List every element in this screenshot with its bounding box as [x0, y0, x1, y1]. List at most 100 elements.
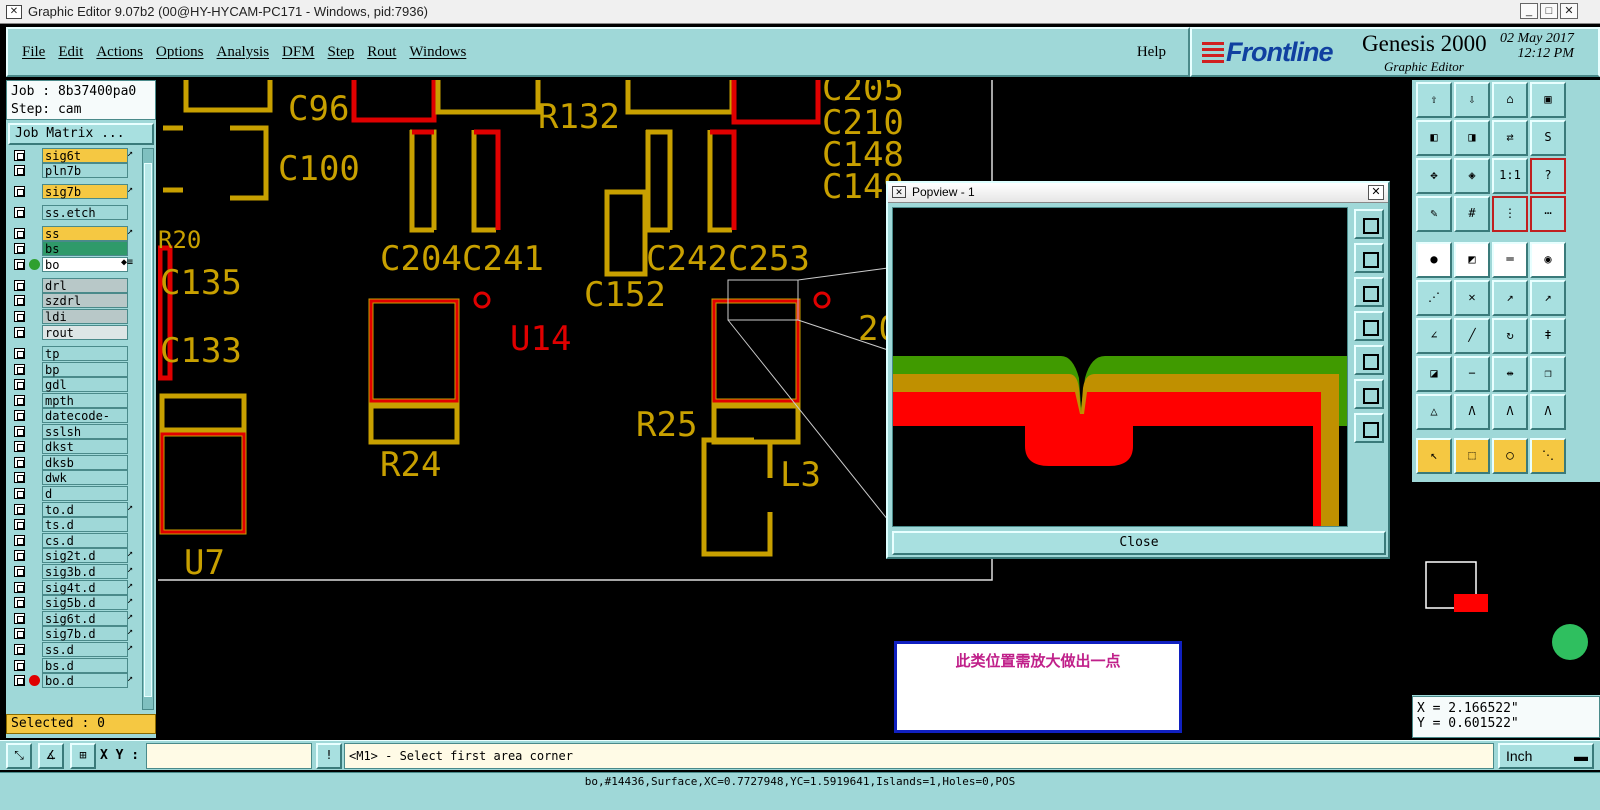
layer-row[interactable]: datecode-pbe	[8, 408, 140, 437]
alert-icon[interactable]: !	[316, 743, 342, 769]
layer-row[interactable]: d	[8, 486, 140, 501]
layer-name[interactable]: szdrl	[42, 293, 128, 308]
tool-connect-icon[interactable]: ⋰	[1416, 280, 1452, 316]
tool-zoom-area-icon[interactable]: ◈	[1454, 158, 1490, 194]
layer-row[interactable]: dksb	[8, 455, 140, 470]
layer-row[interactable]: ts.d	[8, 517, 140, 532]
layer-name[interactable]: ldi	[42, 309, 128, 324]
layer-scrollbar[interactable]	[142, 148, 154, 710]
tool-arrow-icon[interactable]: ↗	[1530, 280, 1566, 316]
close-window-button[interactable]: ✕	[1560, 3, 1578, 19]
pv-pan-down-icon[interactable]	[1354, 277, 1384, 307]
layer-name[interactable]: dwk	[42, 470, 128, 485]
tool-arc3-icon[interactable]: Λ	[1530, 394, 1566, 430]
layer-checkbox[interactable]	[14, 550, 25, 561]
layer-name[interactable]: ss	[42, 226, 128, 241]
layer-name[interactable]: pln7b	[42, 163, 128, 178]
layer-row[interactable]: bs.d	[8, 658, 140, 673]
layer-name[interactable]: dksb	[42, 455, 128, 470]
layer-name[interactable]: datecode-pbe	[42, 408, 128, 437]
tool-pointer-icon[interactable]: ↖	[1416, 438, 1452, 474]
layer-checkbox[interactable]	[14, 348, 25, 359]
layer-checkbox[interactable]	[14, 519, 25, 530]
menu-windows[interactable]: Windows	[409, 44, 466, 61]
tool-copy-icon[interactable]: ❐	[1530, 356, 1566, 392]
layer-name[interactable]: sig5b.d	[42, 595, 128, 610]
layer-row[interactable]: to.d ↗	[8, 502, 140, 517]
tool-mirror-icon[interactable]: ǂ	[1530, 318, 1566, 354]
layer-checkbox[interactable]	[14, 597, 25, 608]
layer-checkbox[interactable]	[14, 504, 25, 515]
layer-row[interactable]: bp	[8, 362, 140, 377]
layer-name[interactable]: mpth	[42, 393, 128, 408]
tool-pan-left-icon[interactable]: ◧	[1416, 120, 1452, 156]
layer-row[interactable]: tp	[8, 346, 140, 361]
menu-options[interactable]: Options	[156, 44, 204, 61]
layer-checkbox[interactable]	[14, 364, 25, 375]
tool-move-icon[interactable]: ◪	[1416, 356, 1452, 392]
layer-row[interactable]: ldi	[8, 309, 140, 324]
layer-name[interactable]: drl	[42, 278, 128, 293]
layer-name[interactable]: bs.d	[42, 658, 128, 673]
menu-edit[interactable]: Edit	[58, 44, 83, 61]
tool-pointer-box-icon[interactable]: ⬚	[1454, 438, 1490, 474]
tool-zoom-fit-icon[interactable]: ✥	[1416, 158, 1452, 194]
xy-input[interactable]	[146, 743, 312, 769]
layer-name[interactable]: gdl	[42, 377, 128, 392]
layer-checkbox[interactable]	[14, 207, 25, 218]
layer-checkbox[interactable]	[14, 243, 25, 254]
layer-row[interactable]: ss ↗	[8, 226, 140, 241]
layer-checkbox[interactable]	[14, 228, 25, 239]
layer-checkbox[interactable]	[14, 535, 25, 546]
menu-dfm[interactable]: DFM	[282, 44, 315, 61]
layer-checkbox[interactable]	[14, 150, 25, 161]
pv-pan-right-icon[interactable]	[1354, 345, 1384, 375]
layer-checkbox[interactable]	[14, 165, 25, 176]
layer-name[interactable]: rout	[42, 325, 128, 340]
maximize-button[interactable]: □	[1540, 3, 1558, 19]
tool-angle-icon[interactable]: ∠	[1416, 318, 1452, 354]
menu-actions[interactable]: Actions	[96, 44, 143, 61]
layer-checkbox[interactable]	[14, 311, 25, 322]
layer-checkbox[interactable]	[14, 644, 25, 655]
tool-scale-icon[interactable]: 1:1	[1492, 158, 1528, 194]
layer-row[interactable]: sig6t ↗	[8, 148, 140, 163]
tool-triangle-icon[interactable]: △	[1416, 394, 1452, 430]
tool-resize-icon[interactable]: ⇹	[1492, 356, 1528, 392]
pv-zoom-in-icon[interactable]	[1354, 379, 1384, 409]
layer-name[interactable]: bo	[42, 257, 128, 272]
layer-name[interactable]: sig4t.d	[42, 580, 128, 595]
layer-row[interactable]: sig2t.d ↗	[8, 548, 140, 563]
popview-close-icon[interactable]: ✕	[1368, 185, 1384, 200]
tool-palette-icon[interactable]: ✎	[1416, 196, 1452, 232]
layer-name[interactable]: bp	[42, 362, 128, 377]
layer-row[interactable]: gdl	[8, 377, 140, 392]
tool-minus-icon[interactable]: −	[1454, 356, 1490, 392]
layer-checkbox[interactable]	[14, 660, 25, 671]
menu-help[interactable]: Help	[1137, 44, 1166, 61]
measure-icon[interactable]: ∡	[38, 743, 64, 769]
layer-name[interactable]: ss.etch	[42, 205, 128, 220]
tool-arc2-icon[interactable]: Λ	[1492, 394, 1528, 430]
tool-draw-icon[interactable]: ◩	[1454, 242, 1490, 278]
menu-step[interactable]: Step	[328, 44, 355, 61]
tool-pointer-multi-icon[interactable]: ⋱	[1530, 438, 1566, 474]
tool-cross-icon[interactable]: ✕	[1454, 280, 1490, 316]
layer-name[interactable]: cs.d	[42, 533, 128, 548]
layer-name[interactable]: tp	[42, 346, 128, 361]
layer-checkbox[interactable]	[14, 410, 25, 421]
overview-map[interactable]	[1412, 480, 1600, 695]
layer-checkbox[interactable]	[14, 186, 25, 197]
layer-name[interactable]: bs	[42, 241, 128, 256]
tool-slash-icon[interactable]: ╱	[1454, 318, 1490, 354]
tool-grid-icon[interactable]: #	[1454, 196, 1490, 232]
layer-checkbox[interactable]	[14, 675, 25, 686]
layer-row[interactable]: rout	[8, 325, 140, 340]
layer-checkbox[interactable]	[14, 613, 25, 624]
tool-window-icon[interactable]: ▣	[1530, 82, 1566, 118]
layer-row[interactable]: ss.etch	[8, 205, 140, 220]
grid-snap-icon[interactable]: ⊞	[70, 743, 96, 769]
layer-row[interactable]: pln7b	[8, 163, 140, 178]
layer-name[interactable]: sig7b.d	[42, 626, 128, 641]
layer-row[interactable]: ss.d ↗	[8, 642, 140, 657]
